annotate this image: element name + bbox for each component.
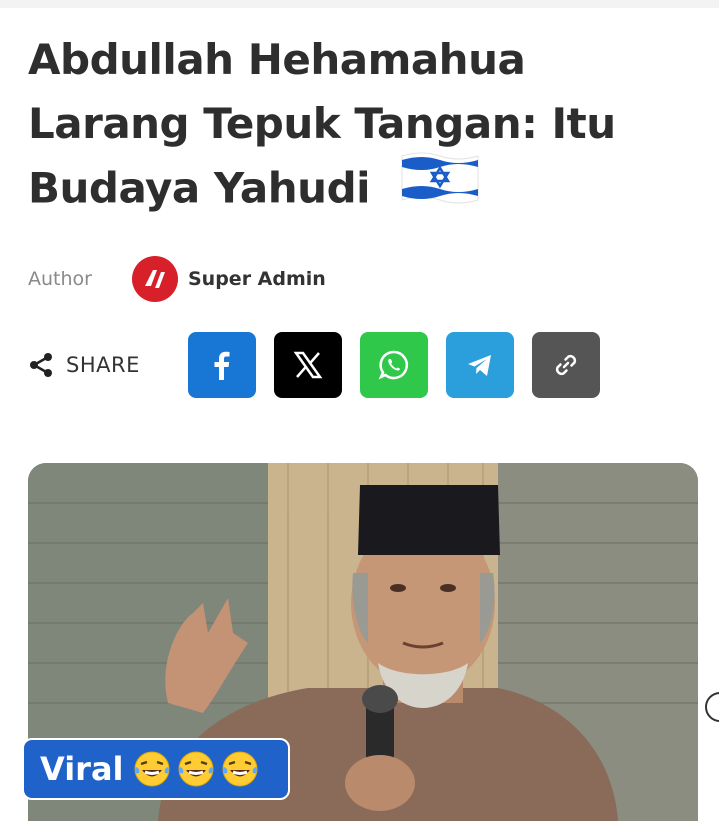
author-name[interactable]: Super Admin <box>188 268 326 290</box>
author-label: Author <box>28 268 92 290</box>
link-icon <box>555 354 577 376</box>
share-facebook-button[interactable] <box>188 332 256 398</box>
share-telegram-button[interactable] <box>446 332 514 398</box>
viral-badge-text: Viral <box>40 750 124 788</box>
top-bar <box>0 0 719 8</box>
whatsapp-icon <box>378 350 409 380</box>
share-whatsapp-button[interactable] <box>360 332 428 398</box>
article-title: Abdullah Hehamahua Larang Tepuk Tangan: … <box>28 28 698 226</box>
author-row: Author Super Admin <box>28 255 326 303</box>
share-icon <box>30 353 52 377</box>
israel-flag-icon <box>398 148 482 226</box>
facebook-icon <box>214 351 230 380</box>
avatar[interactable] <box>132 256 178 302</box>
share-label: SHARE <box>28 352 188 378</box>
site-logo-icon <box>145 270 165 288</box>
share-text: SHARE <box>66 353 140 377</box>
article-title-text: Abdullah Hehamahua Larang Tepuk Tangan: … <box>28 35 616 213</box>
viral-badge: Viral <box>22 738 290 800</box>
laughing-crying-emoji-icon <box>178 751 214 787</box>
laughing-crying-emoji-icon <box>222 751 258 787</box>
share-row: SHARE <box>28 332 618 398</box>
share-x-button[interactable] <box>274 332 342 398</box>
copy-link-button[interactable] <box>532 332 600 398</box>
x-icon <box>293 351 323 379</box>
laughing-crying-emoji-icon <box>134 751 170 787</box>
scroll-arrow-button[interactable] <box>705 692 719 722</box>
telegram-icon <box>468 355 491 376</box>
